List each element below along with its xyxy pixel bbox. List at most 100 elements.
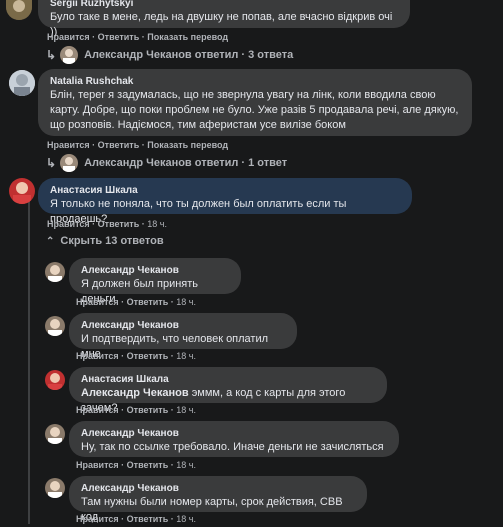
separator: · [170, 297, 174, 307]
view-replies[interactable]: ↳ Александр Чеканов ответил · 3 ответа [46, 46, 293, 64]
person-avatar-icon [9, 70, 35, 96]
reply-arrow-icon: ↳ [46, 156, 57, 170]
separator: · [92, 219, 96, 229]
reply-button[interactable]: Ответить [127, 460, 169, 470]
reply-count: 3 ответа [248, 49, 294, 61]
comment-bubble: Sergii Ruzhytskyi Було таке в мене, ледь… [38, 0, 410, 38]
reply-time[interactable]: 18 ч. [176, 460, 196, 470]
comment-author[interactable]: Natalia Rushchak [50, 75, 460, 88]
reply-bubble: Александр Чеканов Там нужны были номер к… [69, 476, 367, 523]
avatar[interactable] [45, 424, 65, 444]
reply-actions: Нравится · Ответить · 18 ч. [76, 297, 196, 307]
reply-author[interactable]: Анастасия Шкала [81, 373, 375, 386]
like-button[interactable]: Нравится [76, 460, 119, 470]
separator: · [141, 32, 145, 42]
avatar[interactable] [9, 178, 35, 204]
chevron-up-icon: ⌃ [46, 235, 55, 247]
reply-author-name[interactable]: Александр Чеканов [84, 49, 192, 61]
like-button[interactable]: Нравится [47, 32, 90, 42]
comment-bubble: Анастасия Шкала Я только не поняла, что … [38, 178, 412, 225]
comment-actions: Нравится · Ответить · 18 ч. [47, 219, 167, 229]
like-button[interactable]: Нравится [76, 351, 119, 361]
reply-author[interactable]: Александр Чеканов [81, 319, 285, 332]
comment-time[interactable]: 18 ч. [147, 219, 167, 229]
reply-author-name[interactable]: Александр Чеканов [84, 157, 192, 169]
separator: · [121, 351, 125, 361]
reply-button[interactable]: Ответить [98, 140, 140, 150]
avatar[interactable] [45, 370, 65, 390]
view-replies[interactable]: ↳ Александр Чеканов ответил · 1 ответ [46, 154, 287, 172]
person-avatar-icon [45, 478, 65, 498]
separator: · [121, 460, 125, 470]
separator: · [121, 405, 125, 415]
reply-actions: Нравится · Ответить · 18 ч. [76, 460, 196, 470]
reply-button[interactable]: Ответить [127, 297, 169, 307]
separator: · [92, 32, 96, 42]
reply-author[interactable]: Александр Чеканов [81, 264, 229, 277]
reply-text: Ну, так по ссылке требовало. Иначе деньг… [81, 441, 384, 453]
translate-button[interactable]: Показать перевод [147, 32, 228, 42]
hide-replies-label: Скрыть 13 ответов [60, 235, 164, 247]
comment-text-line: що розповів. Надіємося, тим аферистам ус… [50, 119, 346, 131]
reply-time[interactable]: 18 ч. [176, 514, 196, 524]
reply-time[interactable]: 18 ч. [176, 405, 196, 415]
comment-author[interactable]: Анастасия Шкала [50, 184, 400, 197]
separator: · [141, 219, 145, 229]
reply-button[interactable]: Ответить [127, 351, 169, 361]
separator: · [241, 157, 246, 169]
person-avatar-icon [45, 370, 65, 390]
mention-link[interactable]: Александр Чеканов [81, 387, 189, 399]
comment-text-line: Блін, теper я задумалась, що не звернула… [50, 89, 436, 101]
reply-actions: Нравится · Ответить · 18 ч. [76, 514, 196, 524]
avatar[interactable] [9, 70, 35, 96]
thread-line [28, 214, 30, 524]
like-button[interactable]: Нравится [76, 297, 119, 307]
separator: · [170, 460, 174, 470]
like-button[interactable]: Нравится [47, 219, 90, 229]
avatar[interactable] [45, 478, 65, 498]
reply-author[interactable]: Александр Чеканов [81, 482, 355, 495]
reply-button[interactable]: Ответить [127, 514, 169, 524]
avatar[interactable] [45, 316, 65, 336]
comment-actions: Нравится · Ответить · Показать перевод [47, 140, 228, 150]
separator: · [241, 49, 246, 61]
person-avatar-icon [45, 262, 65, 282]
reply-bubble: Александр Чеканов Ну, так по ссылке треб… [69, 421, 399, 457]
reply-actions: Нравится · Ответить · 18 ч. [76, 405, 196, 415]
reply-bubble: Анастасия Шкала Александр Чеканов эммм, … [69, 367, 387, 414]
comment-text-line: карту. Добре, що поки проблем не було. У… [50, 104, 459, 116]
hide-replies-button[interactable]: ⌃ Скрыть 13 ответов [46, 235, 164, 247]
reply-time[interactable]: 18 ч. [176, 351, 196, 361]
reply-actions: Нравится · Ответить · 18 ч. [76, 351, 196, 361]
avatar[interactable] [45, 262, 65, 282]
reply-button[interactable]: Ответить [127, 405, 169, 415]
like-button[interactable]: Нравится [47, 140, 90, 150]
person-avatar-icon [6, 0, 32, 20]
translate-button[interactable]: Показать перевод [147, 140, 228, 150]
person-avatar-icon [45, 424, 65, 444]
person-avatar-icon [9, 178, 35, 204]
reply-time[interactable]: 18 ч. [176, 297, 196, 307]
reply-verb: ответил [194, 157, 239, 169]
like-button[interactable]: Нравится [76, 514, 119, 524]
avatar [60, 46, 79, 64]
comment-actions: Нравится · Ответить · Показать перевод [47, 32, 228, 42]
reply-button[interactable]: Ответить [98, 32, 140, 42]
person-avatar-icon [45, 316, 65, 336]
separator: · [170, 514, 174, 524]
separator: · [170, 405, 174, 415]
reply-arrow-icon: ↳ [46, 48, 57, 62]
like-button[interactable]: Нравится [76, 405, 119, 415]
separator: · [141, 140, 145, 150]
avatar [60, 154, 79, 172]
reply-bubble: Александр Чеканов Я должен был принять д… [69, 258, 241, 305]
separator: · [170, 351, 174, 361]
separator: · [121, 514, 125, 524]
reply-verb: ответил [194, 49, 239, 61]
separator: · [92, 140, 96, 150]
comment-author[interactable]: Sergii Ruzhytskyi [50, 0, 398, 10]
reply-author[interactable]: Александр Чеканов [81, 427, 387, 440]
separator: · [121, 297, 125, 307]
avatar[interactable] [6, 0, 32, 20]
reply-button[interactable]: Ответить [98, 219, 140, 229]
